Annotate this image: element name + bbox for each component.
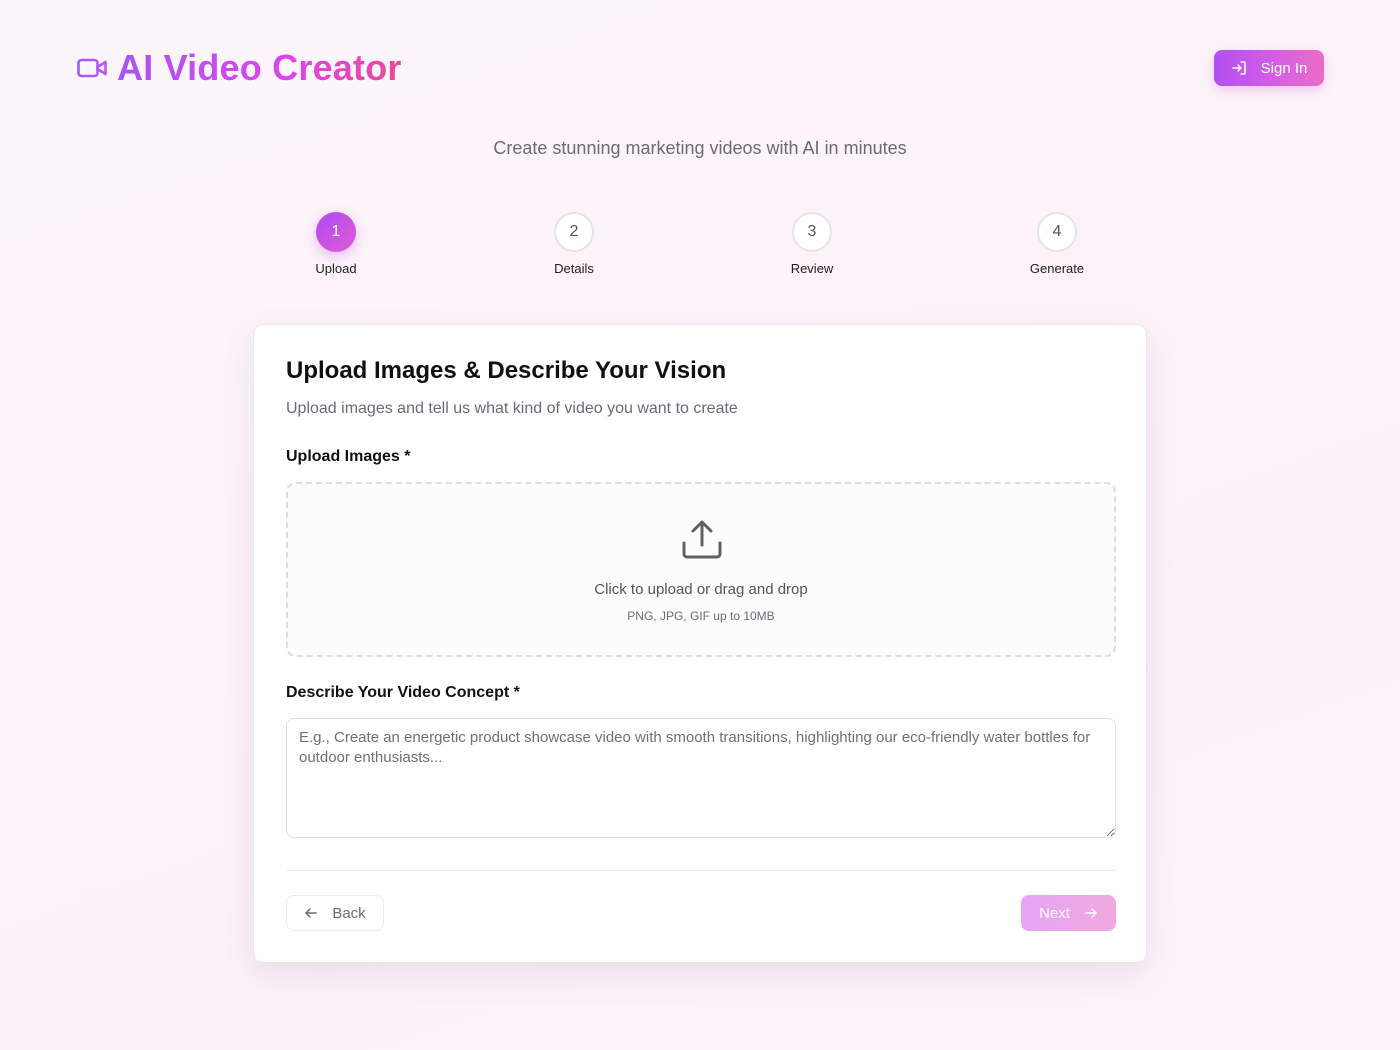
upload-card: Upload Images & Describe Your Vision Upl… xyxy=(253,324,1147,963)
step-number: 3 xyxy=(792,212,832,252)
upload-images-label: Upload Images * xyxy=(286,448,411,465)
app-header: AI Video Creator Sign In xyxy=(0,0,1400,140)
video-camera-icon xyxy=(77,58,107,78)
step-generate[interactable]: 4 Generate xyxy=(1007,212,1107,276)
card-subtitle: Upload images and tell us what kind of v… xyxy=(286,400,738,417)
card-title: Upload Images & Describe Your Vision xyxy=(286,357,727,384)
sign-in-button[interactable]: Sign In xyxy=(1214,50,1324,86)
upload-icon xyxy=(682,520,722,559)
step-review[interactable]: 3 Review xyxy=(762,212,862,276)
image-dropzone[interactable]: Click to upload or drag and drop PNG, JP… xyxy=(286,482,1116,657)
video-concept-textarea[interactable] xyxy=(286,718,1116,838)
log-in-icon xyxy=(1231,61,1246,75)
divider xyxy=(286,870,1116,871)
step-upload[interactable]: 1 Upload xyxy=(286,212,386,276)
app-title: AI Video Creator xyxy=(117,47,402,88)
progress-steps: 1 Upload 2 Details 3 Review 4 Generate xyxy=(0,212,1400,282)
app-logo[interactable]: AI Video Creator xyxy=(77,46,402,90)
back-button[interactable]: Back xyxy=(286,895,384,931)
next-button[interactable]: Next xyxy=(1021,895,1116,931)
video-concept-label: Describe Your Video Concept * xyxy=(286,684,520,701)
step-label: Review xyxy=(790,261,834,276)
next-label: Next xyxy=(1039,904,1070,922)
sign-in-label: Sign In xyxy=(1260,59,1308,77)
dropzone-main-text: Click to upload or drag and drop xyxy=(594,581,808,598)
step-details[interactable]: 2 Details xyxy=(524,212,624,276)
step-number: 4 xyxy=(1037,212,1077,252)
step-label: Generate xyxy=(1029,261,1085,276)
arrow-right-icon xyxy=(1085,908,1097,918)
dropzone-hint-text: PNG, JPG, GIF up to 10MB xyxy=(627,609,775,623)
step-number: 1 xyxy=(316,212,356,252)
tagline: Create stunning marketing videos with AI… xyxy=(493,138,907,158)
step-label: Details xyxy=(554,261,594,276)
step-label: Upload xyxy=(315,261,357,276)
arrow-left-icon xyxy=(305,908,318,918)
back-label: Back xyxy=(332,904,366,922)
step-number: 2 xyxy=(554,212,594,252)
